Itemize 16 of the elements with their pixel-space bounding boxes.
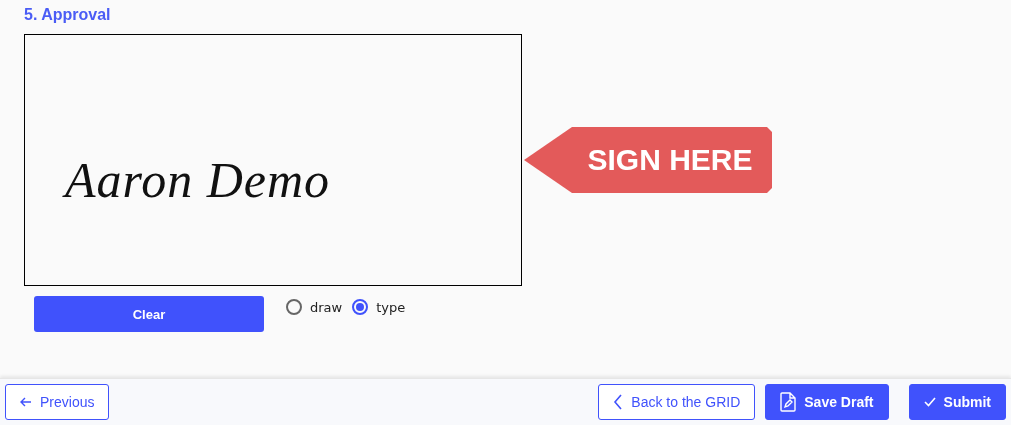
radio-button[interactable]	[352, 299, 369, 315]
radio-button[interactable]	[286, 299, 302, 315]
document-pencil-icon	[780, 392, 797, 412]
section-title: 5. Approval	[24, 5, 112, 25]
back-button[interactable]: Back to the GRID	[598, 384, 756, 420]
sign-here-callout: SIGN HERE	[524, 127, 772, 193]
radio-label[interactable]: type	[376, 299, 406, 315]
clear-button[interactable]: Clear	[34, 296, 264, 332]
submit-button[interactable]: Submit	[908, 384, 1006, 420]
draft-button[interactable]: Save Draft	[765, 384, 889, 420]
arrow-left-icon	[20, 396, 32, 408]
checkmark-icon	[923, 397, 936, 407]
previous-button[interactable]: Previous	[5, 384, 110, 420]
signature-pad[interactable]: Aaron Demo	[24, 34, 522, 286]
chevron-left-icon	[613, 394, 624, 410]
radio-label[interactable]: draw	[310, 299, 343, 315]
